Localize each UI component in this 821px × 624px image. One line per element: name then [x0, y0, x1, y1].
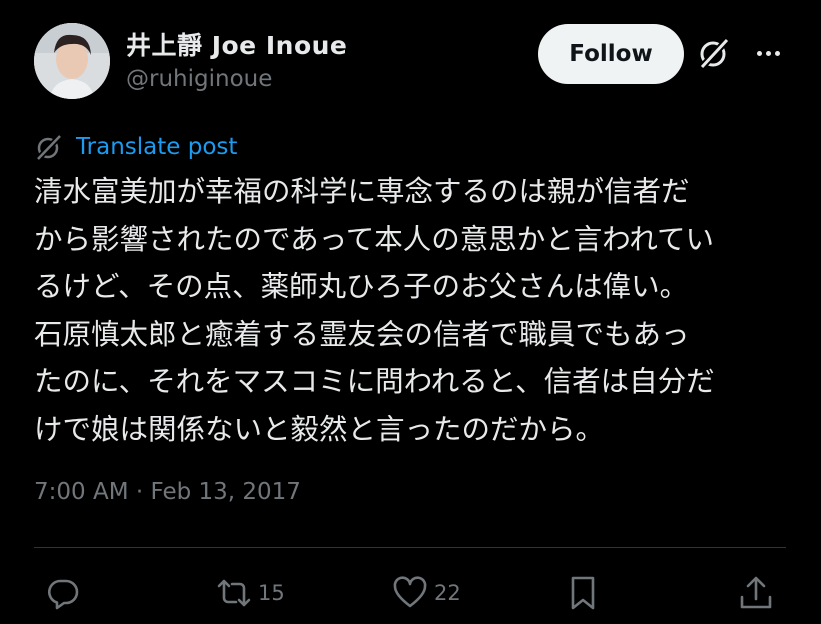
like-button[interactable]: 22 [392, 566, 461, 620]
post-text-line: るけど、その点、薬師丸ひろ子のお父さんは偉い。 [34, 270, 689, 304]
translate-label[interactable]: Translate post [76, 134, 237, 160]
display-name[interactable]: 井上靜 Joe Inoue [126, 26, 347, 62]
translate-post-link[interactable]: Translate post [34, 132, 237, 162]
heart-icon [393, 576, 427, 608]
share-icon [740, 576, 772, 609]
bookmark-icon [571, 576, 595, 610]
retweet-count: 15 [258, 581, 285, 605]
reply-icon [48, 579, 79, 610]
bookmark-button[interactable] [565, 566, 601, 620]
author-handle[interactable]: @ruhiginoue [126, 66, 272, 92]
action-bar: 15 22 [0, 566, 821, 620]
avatar-image [34, 23, 110, 99]
share-button[interactable] [738, 566, 774, 620]
retweet-icon [217, 579, 251, 607]
follow-button[interactable]: Follow [538, 24, 684, 84]
post-text-line: たのに、それをマスコミに問われると、信者は自分だ [34, 365, 715, 399]
grok-icon[interactable] [697, 36, 731, 70]
author-name-row[interactable]: 井上靜 Joe Inoue [126, 26, 347, 62]
post-text-line: 石原慎太郎と癒着する霊友会の信者で職員でもあっ [34, 317, 690, 351]
post-timestamp[interactable]: 7:00 AM · Feb 13, 2017 [34, 479, 301, 505]
avatar[interactable] [34, 23, 110, 99]
retweet-button[interactable]: 15 [216, 566, 285, 620]
like-count: 22 [434, 581, 461, 605]
post-text-line: けで娘は関係ないと毅然と言ったのだから。 [34, 412, 605, 446]
grok-translate-icon [35, 133, 63, 162]
more-options-icon[interactable] [750, 40, 786, 66]
post-text-line: 清水富美加が幸福の科学に専念するのは親が信者だ [34, 175, 690, 208]
reply-button[interactable] [45, 566, 81, 620]
divider [34, 547, 786, 548]
post-text: 清水富美加が幸福の科学に専念するのは親が信者だ から影響されたのであって本人の意… [34, 168, 794, 454]
post-text-line: から影響されたのであって本人の意思かと言われてい [34, 222, 715, 256]
